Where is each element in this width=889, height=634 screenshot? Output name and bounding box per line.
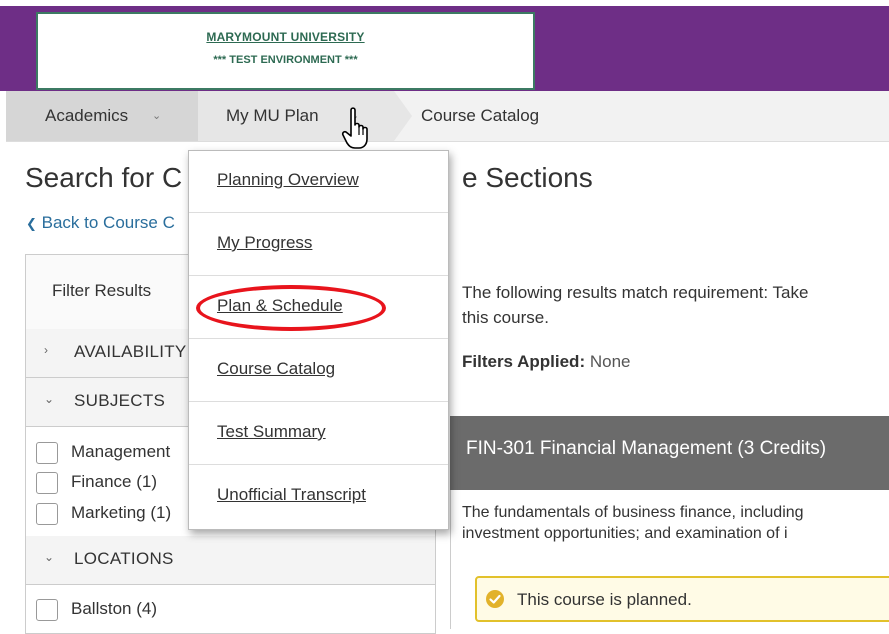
university-logo[interactable]: MARYMOUNT UNIVERSITY *** TEST ENVIRONMEN… — [36, 12, 535, 90]
course-title: FIN-301 Financial Management (3 Credits) — [466, 438, 827, 459]
chevron-down-icon: ⌄ — [44, 392, 55, 406]
back-to-course-link[interactable]: ❮ Back to Course C — [26, 213, 175, 233]
filter-section-locations[interactable]: ⌄ LOCATIONS — [26, 536, 435, 585]
menu-item-course-catalog[interactable]: Course Catalog — [189, 340, 448, 402]
filters-applied-value: None — [589, 352, 631, 371]
nav-academics-label: Academics — [45, 106, 129, 125]
menu-link[interactable]: My Progress — [217, 233, 312, 253]
breadcrumb-arrow — [394, 91, 412, 141]
chevron-down-icon: ⌄ — [152, 110, 162, 122]
checkbox[interactable] — [36, 472, 58, 494]
option-label: Ballston (4) — [71, 599, 157, 618]
checkbox[interactable] — [36, 442, 58, 464]
section-label: SUBJECTS — [74, 391, 166, 410]
menu-link[interactable]: Planning Overview — [217, 170, 359, 190]
page-title-end: e Sections — [462, 162, 593, 193]
menu-link[interactable]: Plan & Schedule — [217, 296, 343, 316]
filter-title: Filter Results — [52, 281, 152, 300]
course-description: The fundamentals of business finance, in… — [462, 502, 889, 544]
back-link-label: Back to Course C — [41, 213, 175, 232]
menu-link[interactable]: Course Catalog — [217, 359, 335, 379]
chevron-left-icon: ❮ — [26, 216, 37, 231]
results-line-1: The following results match requirement:… — [462, 283, 809, 302]
filters-applied-label: Filters Applied: — [462, 352, 586, 371]
site-header: MARYMOUNT UNIVERSITY *** TEST ENVIRONMEN… — [0, 6, 889, 91]
hand-pointer-icon — [341, 107, 368, 149]
page-title: Search for C — [25, 162, 183, 193]
results-match-text: The following results match requirement:… — [462, 280, 889, 330]
checkbox[interactable] — [36, 599, 58, 621]
menu-link[interactable]: Test Summary — [217, 422, 326, 442]
results-line-2: this course. — [462, 308, 549, 327]
course-header[interactable]: FIN-301 Financial Management (3 Credits) — [450, 416, 889, 490]
environment-label: *** TEST ENVIRONMENT *** — [213, 54, 358, 66]
section-label: LOCATIONS — [74, 549, 174, 568]
menu-item-my-progress[interactable]: My Progress — [189, 214, 448, 276]
planned-status-text: This course is planned. — [517, 590, 692, 609]
section-label: AVAILABILITY — [74, 342, 187, 361]
filters-applied: Filters Applied: None — [462, 352, 630, 372]
nav-my-mu-plan-label: My MU Plan — [226, 106, 319, 125]
menu-item-unofficial-transcript[interactable]: Unofficial Transcript — [189, 466, 448, 528]
course-desc-line-2: investment opportunities; and examinatio… — [462, 525, 788, 542]
course-desc-line-1: The fundamentals of business finance, in… — [462, 504, 804, 521]
chevron-right-icon: › — [44, 343, 48, 357]
nav-academics[interactable]: Academics ⌄ — [6, 91, 198, 141]
option-label: Finance (1) — [71, 472, 157, 491]
menu-item-plan-schedule[interactable]: Plan & Schedule — [189, 277, 448, 339]
checkbox[interactable] — [36, 503, 58, 525]
option-label: Management — [71, 442, 171, 461]
planned-status-badge: This course is planned. — [475, 576, 889, 622]
menu-item-planning-overview[interactable]: Planning Overview — [189, 151, 448, 213]
chevron-down-icon: ⌄ — [44, 550, 55, 564]
menu-link[interactable]: Unofficial Transcript — [217, 485, 366, 505]
option-label: Marketing (1) — [71, 503, 172, 522]
breadcrumb-nav: Academics ⌄ My MU Plan ⌄ Course Catalog — [6, 91, 889, 142]
university-name: MARYMOUNT UNIVERSITY — [206, 30, 365, 44]
nav-course-catalog[interactable]: Course Catalog — [421, 91, 539, 141]
menu-item-test-summary[interactable]: Test Summary — [189, 403, 448, 465]
my-mu-plan-dropdown: Planning Overview My Progress Plan & Sch… — [188, 150, 449, 530]
check-circle-icon — [486, 590, 504, 608]
